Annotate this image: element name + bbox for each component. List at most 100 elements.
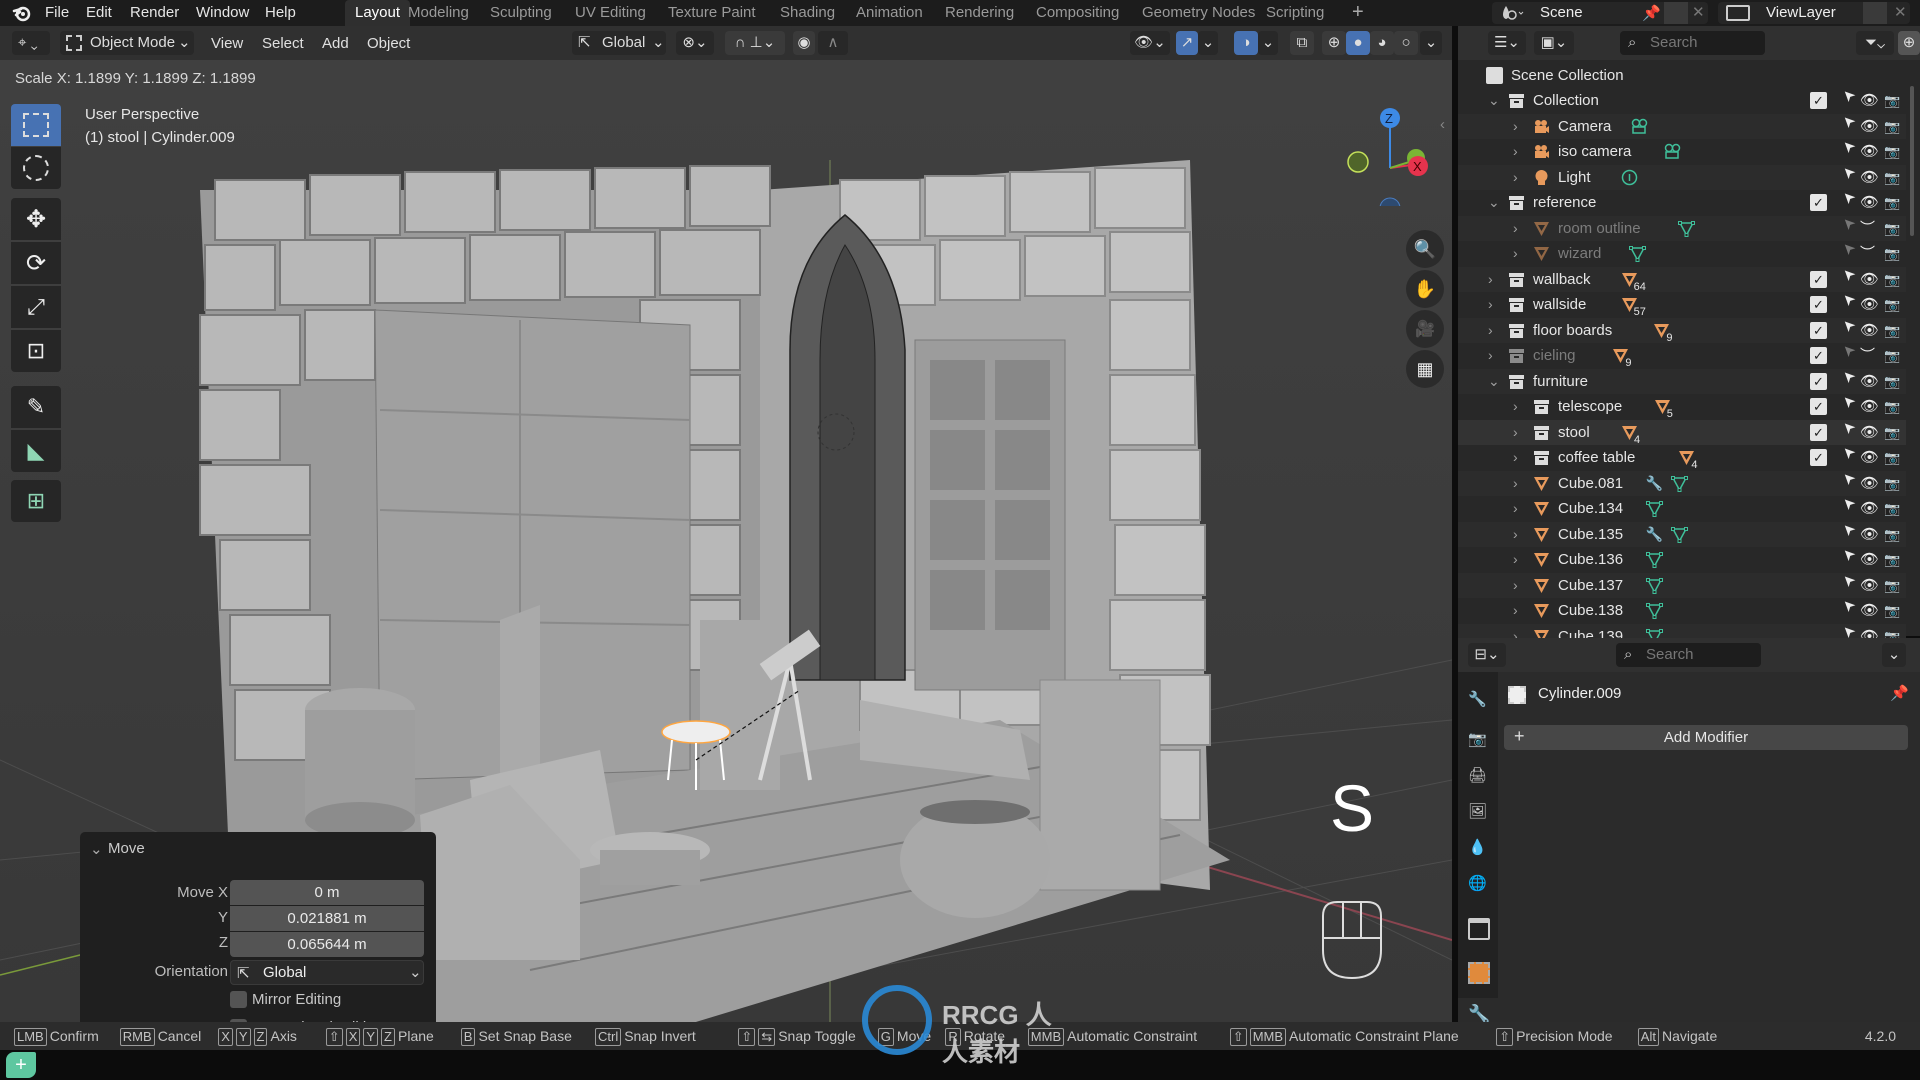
eye-icon[interactable]: 👁 [1860, 292, 1879, 313]
menu-help[interactable]: Help [265, 4, 296, 21]
move-y-field[interactable]: 0.021881 m [230, 906, 424, 931]
outliner-item-name[interactable]: room outline [1558, 216, 1641, 241]
outliner-row[interactable]: › room outline ➤ ︶ 📷 [1458, 212, 1906, 241]
render-camera-icon[interactable]: 📷 [1884, 165, 1901, 185]
selectable-arrow-icon[interactable]: ➤ [1832, 492, 1859, 516]
render-camera-icon[interactable]: 📷 [1884, 573, 1901, 593]
tool-scale[interactable]: ⤢ [11, 286, 61, 328]
render-camera-icon[interactable]: 📷 [1884, 318, 1901, 338]
tab-modeling[interactable]: Modeling [398, 0, 479, 26]
mesh-data-icon[interactable] [1629, 245, 1647, 262]
selectable-arrow-icon[interactable]: ➤ [1832, 186, 1859, 210]
mesh-data-icon[interactable] [1645, 551, 1663, 568]
outliner-item-name[interactable]: Cube.081 [1558, 471, 1623, 496]
outliner-row[interactable]: › coffee table 4 ✓ ➤ 👁 📷 [1458, 442, 1906, 471]
chevron-right-icon[interactable]: › [1513, 420, 1518, 445]
gizmo-toggle[interactable]: ↗ [1176, 31, 1198, 55]
pin-icon[interactable]: 📌 [1642, 4, 1661, 22]
tool-transform[interactable]: ⊡ [11, 330, 61, 372]
orientation-dropdown[interactable]: ⇱ Global ⌄ [230, 960, 424, 985]
outliner-row[interactable]: › telescope 5 ✓ ➤ 👁 📷 [1458, 391, 1906, 420]
tab-compositing[interactable]: Compositing [1026, 0, 1129, 26]
add-workspace-button[interactable]: + [1342, 0, 1374, 26]
render-camera-icon[interactable]: 📷 [1884, 496, 1901, 516]
selectable-arrow-icon[interactable]: ➤ [1832, 263, 1859, 287]
eye-closed-icon[interactable]: ︶ [1860, 241, 1877, 262]
eye-icon[interactable]: 👁 [1860, 394, 1879, 415]
shading-solid[interactable]: ● [1346, 31, 1370, 55]
selectable-arrow-icon[interactable]: ➤ [1832, 84, 1859, 108]
tab-animation[interactable]: Animation [846, 0, 933, 26]
chevron-right-icon[interactable]: › [1513, 114, 1518, 139]
eye-closed-icon[interactable]: ︶ [1860, 343, 1877, 364]
mesh-data-icon[interactable] [1678, 220, 1696, 237]
outliner-row[interactable]: › stool 4 ✓ ➤ 👁 📷 [1458, 416, 1906, 446]
camera-data-icon[interactable] [1662, 143, 1681, 160]
mesh-data-icon[interactable] [1645, 602, 1663, 619]
tab-render[interactable]: 📷 [1468, 730, 1490, 752]
collapse-chevron-icon[interactable]: ⌄ [90, 840, 103, 858]
outliner-item-name[interactable]: Camera [1558, 114, 1611, 139]
eye-icon[interactable]: 👁 [1860, 88, 1879, 109]
mesh-data-icon[interactable] [1670, 475, 1688, 492]
selectable-arrow-icon[interactable]: ➤ [1832, 569, 1859, 593]
chevron-right-icon[interactable]: › [1513, 598, 1518, 623]
tab-scene[interactable]: 💧 [1468, 838, 1490, 860]
selectable-arrow-icon[interactable]: ➤ [1832, 390, 1859, 414]
editor-type-button[interactable]: ⌖ ⌄ [12, 31, 50, 55]
selectable-arrow-icon[interactable]: ➤ [1832, 237, 1859, 261]
render-camera-icon[interactable]: 📷 [1884, 369, 1901, 389]
outliner-item-name[interactable]: wallside [1533, 292, 1586, 317]
wrench-icon[interactable]: 🔧 [1646, 522, 1663, 542]
chevron-down-icon[interactable]: ⌄ [1488, 369, 1500, 394]
menu-edit[interactable]: Edit [86, 4, 112, 21]
eye-icon[interactable]: 👁 [1860, 139, 1879, 160]
render-camera-icon[interactable]: 📷 [1884, 190, 1901, 210]
outliner-item-name[interactable]: Cube.138 [1558, 598, 1623, 623]
wrench-icon[interactable]: 🔧 [1646, 471, 1663, 491]
properties-search[interactable]: ⌕ Search [1616, 643, 1761, 667]
render-camera-icon[interactable]: 📷 [1884, 241, 1901, 261]
outliner-row[interactable]: › Camera ➤ 👁 📷 [1458, 110, 1906, 139]
shading-wireframe[interactable]: ⊕ [1322, 31, 1346, 55]
menu-file[interactable]: File [45, 4, 69, 21]
outliner-row[interactable]: › wallside 57 ✓ ➤ 👁 📷 [1458, 289, 1906, 318]
render-camera-icon[interactable]: 📷 [1884, 445, 1901, 465]
overlay-dropdown[interactable]: ⌄ [1258, 31, 1278, 55]
menu-window[interactable]: Window [196, 4, 249, 21]
new-view-layer-icon[interactable] [1863, 2, 1887, 24]
pivot-point-button[interactable]: ⊗⌄ [676, 31, 714, 55]
shading-material[interactable]: ◕ [1370, 31, 1394, 55]
falloff-button[interactable]: ∧ [818, 31, 848, 55]
sidebar-toggle-icon[interactable]: ‹ [1440, 116, 1445, 133]
outliner-row[interactable]: › iso camera ➤ 👁 📷 [1458, 136, 1906, 164]
outliner-item-name[interactable]: Collection [1533, 88, 1599, 113]
chevron-right-icon[interactable]: › [1513, 394, 1518, 419]
tab-scripting[interactable]: Scripting [1256, 0, 1334, 26]
outliner-item-name[interactable]: telescope [1558, 394, 1622, 419]
delete-scene-icon[interactable]: ✕ [1692, 3, 1705, 21]
navigation-gizmo[interactable]: Z X [1340, 106, 1430, 219]
new-collection-button[interactable]: ⊕ [1898, 31, 1920, 55]
tool-measure[interactable]: ◣ [11, 430, 61, 472]
view-layer-selector[interactable]: ViewLayer ✕ [1718, 2, 1910, 24]
filter-button[interactable]: ⏷⌄ [1856, 31, 1894, 55]
pan-button[interactable]: ✋ [1406, 270, 1444, 308]
render-camera-icon[interactable]: 📷 [1884, 88, 1901, 108]
outliner-row[interactable]: › Cube.134 ➤ 👁 📷 [1458, 493, 1906, 521]
chevron-right-icon[interactable]: › [1488, 267, 1493, 292]
mirror-editing-label[interactable]: Mirror Editing [252, 991, 341, 1008]
exclude-checkbox[interactable]: ✓ [1810, 296, 1827, 313]
chevron-right-icon[interactable]: › [1513, 165, 1518, 190]
eye-icon[interactable]: 👁 [1860, 445, 1879, 466]
tab-geometry-nodes[interactable]: Geometry Nodes [1132, 0, 1265, 26]
eye-icon[interactable]: 👁 [1860, 573, 1879, 594]
outliner-item-name[interactable]: Cube.135 [1558, 522, 1623, 547]
exclude-checkbox[interactable]: ✓ [1810, 92, 1827, 109]
blender-logo-icon[interactable] [12, 3, 32, 23]
zoom-button[interactable]: 🔍 [1406, 230, 1444, 268]
render-camera-icon[interactable]: 📷 [1884, 343, 1901, 363]
eye-icon[interactable]: 👁 [1860, 496, 1879, 517]
eye-icon[interactable]: 👁 [1860, 522, 1879, 543]
render-camera-icon[interactable]: 📷 [1884, 598, 1901, 618]
